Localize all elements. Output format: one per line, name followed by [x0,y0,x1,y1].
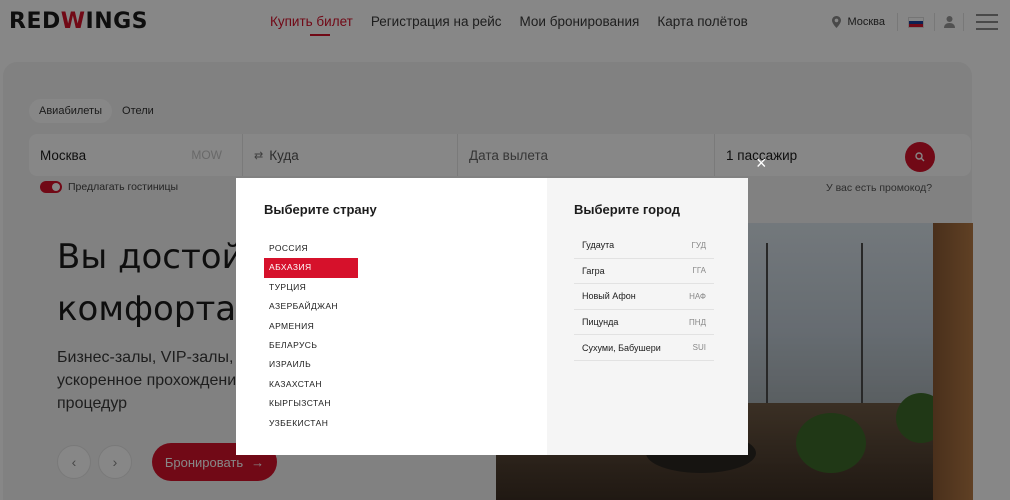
city-item-gagra[interactable]: Гагра ГГА [574,259,714,285]
city-item-pitsunda[interactable]: Пицунда ПНД [574,310,714,336]
country-item-russia[interactable]: РОССИЯ [264,239,358,258]
city-item-sukhumi[interactable]: Сухуми, Бабушери SUI [574,335,714,361]
country-item-uzbekistan[interactable]: УЗБЕКИСТАН [264,414,358,433]
city-item-gudauta[interactable]: Гудаута ГУД [574,233,714,259]
country-item-abkhazia[interactable]: АБХАЗИЯ [264,258,358,278]
country-item-turkey[interactable]: ТУРЦИЯ [264,278,358,297]
country-title: Выберите страну [264,202,377,217]
city-list: Гудаута ГУД Гагра ГГА Новый Афон НАФ Пицунд… [574,233,714,361]
close-icon[interactable]: × [756,154,767,172]
country-item-kyrgyzstan[interactable]: КЫРГЫЗСТАН [264,394,358,413]
country-item-kazakhstan[interactable]: КАЗАХСТАН [264,375,358,394]
city-title: Выберите город [574,202,681,217]
city-item-novy-afon[interactable]: Новый Афон НАФ [574,284,714,310]
country-item-israel[interactable]: ИЗРАИЛЬ [264,355,358,374]
country-item-armenia[interactable]: АРМЕНИЯ [264,317,358,336]
country-panel: Выберите страну РОССИЯ АБХАЗИЯ ТУРЦИЯ АЗ… [236,178,547,455]
country-item-azerbaijan[interactable]: АЗЕРБАЙДЖАН [264,297,358,316]
city-panel: Выберите город Гудаута ГУД Гагра ГГА Новый… [547,178,748,455]
destination-modal: Выберите страну РОССИЯ АБХАЗИЯ ТУРЦИЯ АЗ… [236,178,748,455]
country-item-belarus[interactable]: БЕЛАРУСЬ [264,336,358,355]
